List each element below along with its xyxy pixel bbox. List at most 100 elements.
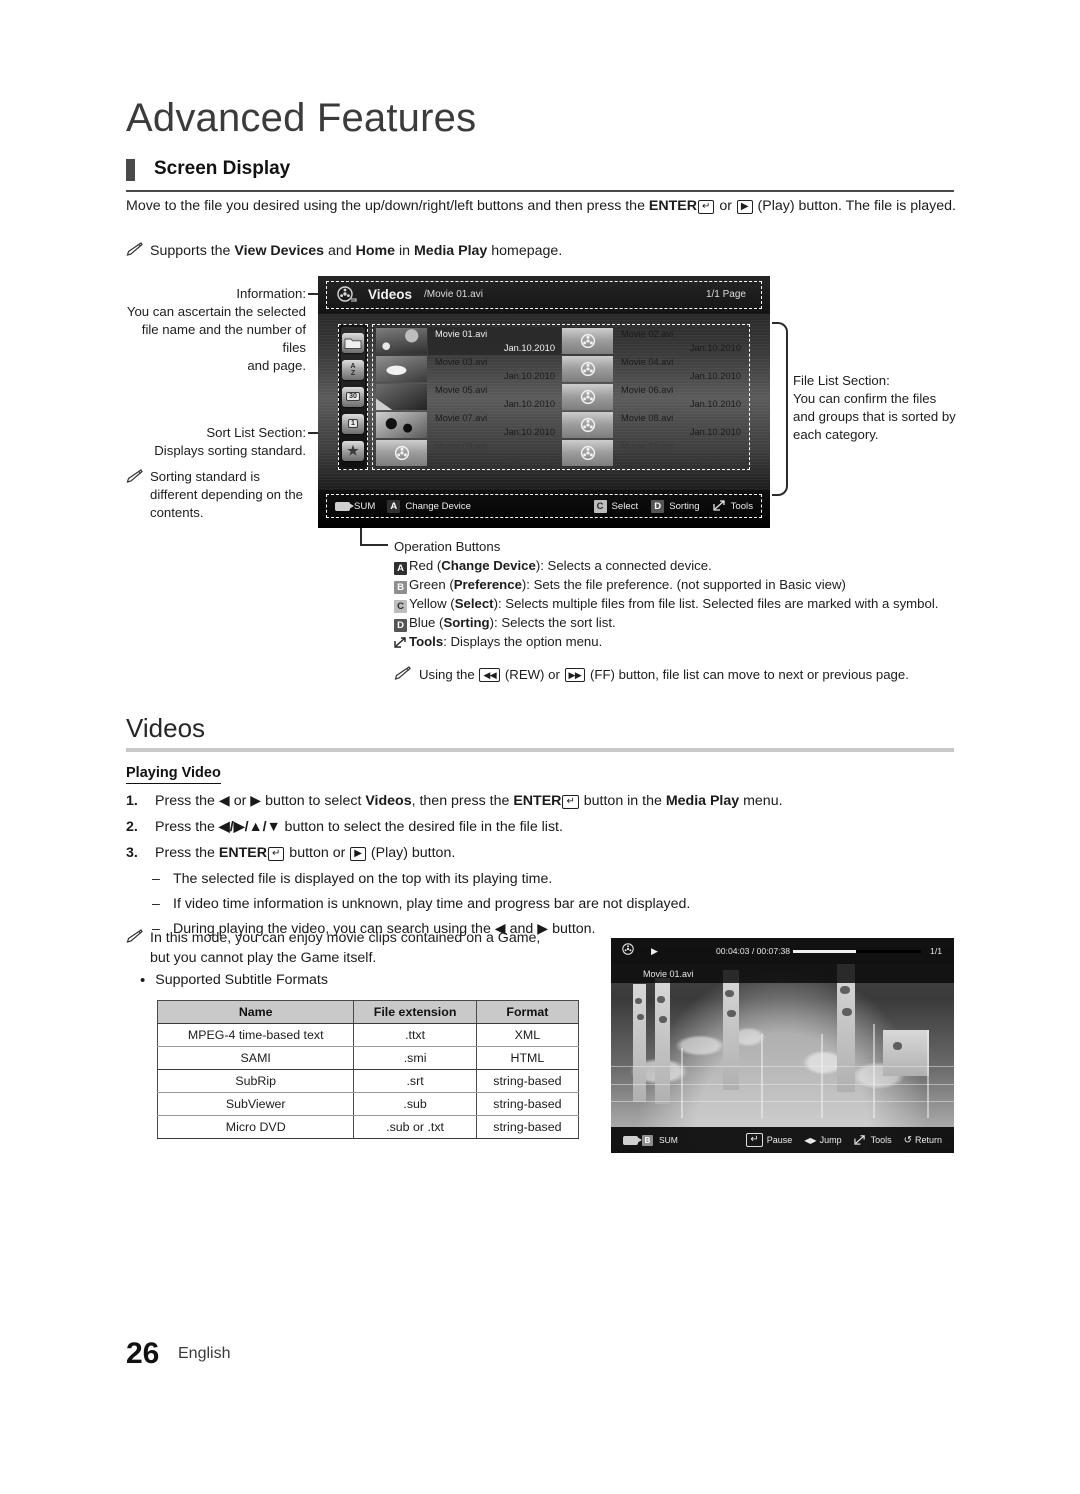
callout-sort-list: Sort List Section: Displays sorting stan… — [126, 424, 306, 460]
file-list-section[interactable]: Movie 01.avi Jan.10.2010 Movie 02.avi Jan.… — [372, 324, 750, 470]
step-detail-text: The selected file is displayed on the to… — [173, 871, 553, 887]
file-list-item[interactable]: Movie 05.avi Jan.10.2010 — [375, 383, 561, 411]
left-right-arrows-icon: ◀▶ — [804, 1135, 817, 1145]
file-name: Movie 09.avi — [435, 441, 488, 451]
calendar-30-icon[interactable]: 30 — [342, 386, 364, 407]
file-info: Movie 07.avi Jan.10.2010 — [428, 411, 561, 439]
change-device-button[interactable]: A Change Device — [387, 499, 471, 513]
sort-icon-list[interactable]: A Z 30 1 ★ — [341, 327, 365, 467]
player-progress-track[interactable] — [793, 950, 921, 953]
jump-button[interactable]: ◀▶ Jump — [804, 1135, 841, 1145]
game-clips-note: In this mode, you can enjoy movie clips … — [126, 928, 596, 968]
file-list-item[interactable]: Movie 03.avi Jan.10.2010 — [375, 355, 561, 383]
operation-note-text: Using the ◀◀ (REW) or ▶▶ (FF) button, fi… — [419, 667, 909, 682]
step-1: 1. Press the ◀ or ▶ button to select Vid… — [126, 791, 956, 811]
operation-action-label: Preference — [453, 577, 522, 592]
file-list-bracket — [772, 322, 788, 496]
dash-marker: – — [152, 896, 160, 912]
callout-info-line3: and page. — [247, 358, 306, 373]
video-thumbnail — [376, 412, 427, 438]
page-number: 26 — [126, 1337, 160, 1370]
film-reel-thumbnail-icon — [562, 412, 613, 438]
yellow-key-icon: C — [593, 499, 607, 513]
table-cell: string-based — [475, 1092, 580, 1116]
file-list-item[interactable]: Movie 01.avi Jan.10.2010 — [375, 327, 561, 355]
player-reel-icon — [621, 943, 637, 959]
table-cell: MPEG-4 time-based text — [156, 1023, 355, 1047]
operation-color-label: Green ( — [409, 577, 454, 592]
tools-button[interactable]: Tools — [712, 499, 753, 514]
player-tools-button[interactable]: Tools — [853, 1134, 892, 1147]
file-list-item[interactable]: Movie 10.avi Jan.10.2010 — [561, 439, 747, 467]
player-play-icon: ▶ — [651, 945, 658, 956]
intro-text-2: or — [715, 198, 736, 214]
media-play-label: Media Play — [413, 243, 488, 259]
player-sum-indicator: B SUM — [623, 1134, 678, 1146]
step-2-number: 2. — [126, 819, 138, 835]
a-z-icon[interactable]: AZ — [342, 360, 364, 381]
pencil-icon-4 — [126, 929, 143, 968]
video-player-screenshot: ▶ 00:04:03 / 00:07:38 1/1 Movie 01.avi B… — [611, 938, 954, 1153]
sorting-note-line1: Sorting standard is — [150, 469, 260, 484]
jump-label: Jump — [819, 1135, 842, 1145]
file-name: Movie 04.avi — [621, 357, 674, 367]
section-rule — [126, 190, 954, 192]
operation-leader-horizontal — [360, 544, 388, 546]
file-list-item[interactable]: Movie 06.avi Jan.10.2010 — [561, 383, 747, 411]
sorting-button[interactable]: D Sorting — [651, 499, 700, 513]
tv-title: Videos — [368, 287, 413, 302]
pencil-icon — [126, 242, 143, 262]
film-reel-thumbnail-icon — [562, 356, 613, 382]
direction-keys-icon: ◀/▶/▲/▼ — [218, 819, 281, 835]
intro-note-text: Supports the View Devices and Home in Me… — [150, 243, 563, 259]
file-date: Jan.10.2010 — [689, 371, 741, 381]
operation-buttons-title: Operation Buttons — [394, 539, 501, 554]
page-language: English — [178, 1345, 231, 1362]
right-arrow-icon: ▶ — [250, 793, 262, 809]
pencil-icon-2 — [126, 469, 143, 522]
blue-key-icon: D — [651, 499, 665, 513]
operation-color-label: Red ( — [409, 558, 442, 573]
file-info: Movie 05.avi Jan.10.2010 — [428, 383, 561, 411]
file-list-item[interactable]: Movie 04.avi Jan.10.2010 — [561, 355, 747, 383]
sort-list-section[interactable]: A Z 30 1 ★ — [338, 324, 368, 470]
file-name: Movie 02.avi — [621, 329, 674, 339]
select-button[interactable]: C Select — [593, 499, 638, 513]
file-grid[interactable]: Movie 01.avi Jan.10.2010 Movie 02.avi Jan.… — [375, 327, 747, 467]
callout-info-line2: file name and the number of files — [141, 322, 306, 355]
step-detail-item: – If video time information is unknown, p… — [152, 894, 952, 914]
table-cell: Micro DVD — [156, 1115, 355, 1139]
sorting-note-line3: contents. — [150, 505, 204, 520]
table-cell: .srt — [353, 1069, 477, 1093]
callout-file-list: File List Section: You can confirm the f… — [793, 372, 973, 444]
file-list-item[interactable]: Movie 07.avi Jan.10.2010 — [375, 411, 561, 439]
folder-icon[interactable] — [342, 333, 364, 354]
sum-label: SUM — [354, 500, 376, 512]
file-list-item[interactable]: Movie 02.avi Jan.10.2010 — [561, 327, 747, 355]
star-icon[interactable]: ★ — [342, 440, 364, 461]
film-reel-icon — [336, 286, 358, 309]
tv-current-path: /Movie 01.avi — [424, 289, 483, 300]
operation-description: ): Selects multiple files from file list… — [493, 596, 939, 611]
table-cell: SubViewer — [156, 1092, 355, 1116]
video-thumbnail — [376, 356, 427, 382]
file-name: Movie 06.avi — [621, 385, 674, 395]
sorting-note-line2: different depending on the — [150, 487, 304, 502]
calendar-1-icon[interactable]: 1 — [342, 413, 364, 434]
callout-sort-line1: Displays sorting standard. — [154, 443, 306, 458]
return-arrow-icon: ↺ — [903, 1134, 912, 1146]
operation-button-row: D Blue (Sorting): Selects the sort list. — [394, 613, 964, 632]
game-clips-note-text: In this mode, you can enjoy movie clips … — [150, 928, 540, 968]
file-list-item[interactable]: Movie 08.avi Jan.10.2010 — [561, 411, 747, 439]
callout-file-list-line1: You can confirm the files — [793, 391, 937, 406]
intro-text-1: Move to the file you desired using the u… — [126, 198, 649, 214]
file-info: Movie 03.avi Jan.10.2010 — [428, 355, 561, 383]
file-info: Movie 10.avi Jan.10.2010 — [614, 439, 747, 467]
dash-marker: – — [152, 871, 160, 887]
player-time: 00:04:03 / 00:07:38 — [716, 946, 791, 956]
return-button[interactable]: ↺ Return — [904, 1135, 942, 1146]
pause-button[interactable]: ↵ Pause — [745, 1133, 792, 1147]
file-list-item[interactable]: Movie 09.avi Jan.10.2010 — [375, 439, 561, 467]
enter-label-2: ENTER — [513, 793, 562, 809]
pencil-icon-3 — [394, 666, 411, 685]
